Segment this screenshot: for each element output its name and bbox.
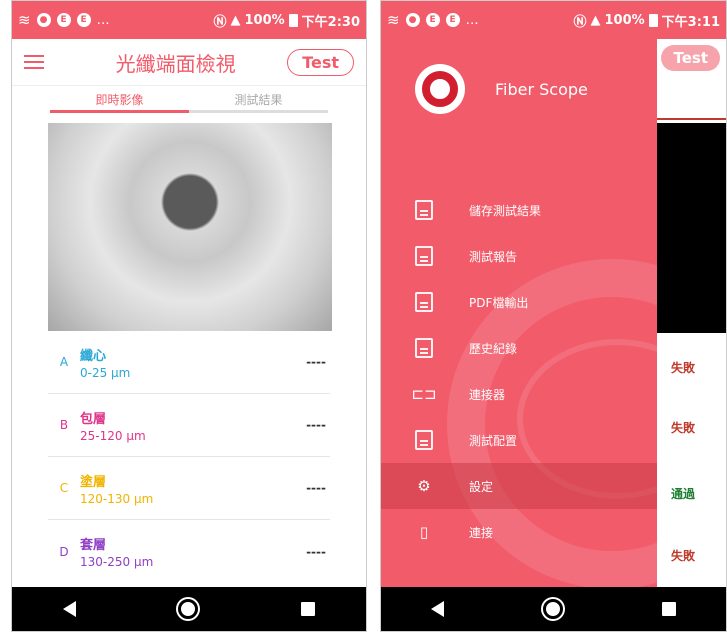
menu-item-test-report[interactable]: 測試報告	[381, 233, 657, 279]
menu-icon[interactable]	[24, 55, 44, 69]
clock: 下午3:11	[661, 14, 720, 30]
zone-result: ----	[306, 418, 326, 432]
test-config-icon	[413, 429, 435, 451]
zone-name: 纖心	[80, 348, 107, 364]
system-nav-bar	[12, 587, 366, 631]
notification-icons: ≋ ● E E …	[387, 11, 479, 29]
zone-name: 套層	[80, 538, 107, 553]
fiber-endface-image	[657, 123, 726, 333]
more-notifications-icon: …	[96, 12, 110, 28]
live-view-screen: ≋ ● E E … Ⓝ ▲ 100% 下午2:30 光纖端面檢視 Test 即時…	[11, 0, 367, 632]
status-bar: ≋ ● E E … Ⓝ ▲ 100% 下午3:11	[381, 1, 726, 39]
zone-list: A 纖心 0-25 μm ---- B 包層 25-120 μm ---- C …	[48, 331, 330, 583]
zone-row-a[interactable]: A 纖心 0-25 μm ----	[48, 331, 330, 394]
app-notification-icon: E	[56, 13, 71, 27]
recent-apps-icon[interactable]	[300, 602, 315, 616]
more-notifications-icon: …	[465, 12, 479, 28]
nfc-icon: Ⓝ	[213, 14, 227, 30]
history-icon	[413, 337, 435, 359]
tab-bar: 即時影像 測試結果	[50, 86, 328, 113]
app-notification-icon: ●	[36, 13, 51, 27]
menu-item-connector[interactable]: ⊏⊐ 連接器	[381, 371, 657, 417]
signal-icon: ▲	[590, 12, 601, 28]
home-icon[interactable]	[542, 599, 563, 619]
zone-row-b[interactable]: B 包層 25-120 μm ----	[48, 394, 330, 457]
fiber-scope-logo	[415, 64, 465, 114]
app-notification-icon: ●	[405, 13, 420, 27]
zone-letter: D	[59, 544, 69, 559]
brand-name: Fiber Scope	[495, 79, 588, 99]
menu-item-settings[interactable]: ⚙ 設定	[381, 463, 657, 509]
app-bar: 光纖端面檢視 Test	[12, 39, 366, 86]
wifi-icon: ≋	[18, 11, 31, 29]
menu-item-label: PDF檔輸出	[469, 295, 529, 310]
menu-item-label: 連接	[469, 525, 494, 540]
result-label: 失敗	[671, 361, 696, 375]
back-icon[interactable]	[430, 601, 444, 617]
result-label: 失敗	[671, 421, 696, 435]
app-notification-icon: E	[425, 13, 440, 27]
menu-item-label: 測試配置	[469, 433, 518, 448]
menu-item-label: 設定	[469, 479, 494, 494]
home-icon[interactable]	[178, 599, 199, 619]
navigation-drawer: Fiber Scope 儲存測試結果 測試報告 PDF檔輸出 歷史紀錄 ⊏⊐ 連…	[381, 39, 657, 587]
app-notification-icon: E	[445, 13, 460, 27]
page-title: 光纖端面檢視	[115, 51, 236, 76]
battery-percent: 100%	[604, 12, 645, 28]
menu-item-label: 測試報告	[469, 249, 518, 264]
tab-live-image[interactable]: 即時影像	[50, 86, 189, 113]
zone-name: 包層	[80, 411, 107, 427]
connector-icon: ⊏⊐	[411, 385, 437, 403]
recent-apps-icon[interactable]	[662, 602, 677, 616]
zone-result: ----	[306, 544, 326, 559]
result-label: 通過	[671, 487, 696, 501]
drawer-header: Fiber Scope	[381, 39, 657, 139]
menu-item-label: 歷史紀錄	[469, 341, 518, 356]
report-icon	[413, 245, 435, 267]
save-icon	[413, 199, 435, 221]
signal-icon: ▲	[230, 12, 241, 28]
zone-range: 0-25 μm	[80, 365, 131, 380]
zone-row-d[interactable]: D 套層 130-250 μm ----	[48, 520, 330, 583]
menu-item-history[interactable]: 歷史紀錄	[381, 325, 657, 371]
fiber-endface-image	[48, 123, 332, 331]
wifi-icon: ≋	[387, 11, 400, 29]
tab-indicator	[657, 118, 726, 120]
pdf-icon	[413, 291, 435, 313]
phone-icon: ▯	[419, 523, 429, 541]
zone-row-c[interactable]: C 塗層 120-130 μm ----	[48, 457, 330, 520]
nfc-icon: Ⓝ	[573, 14, 587, 30]
status-bar: ≋ ● E E … Ⓝ ▲ 100% 下午2:30	[12, 1, 366, 39]
battery-percent: 100%	[244, 12, 285, 28]
back-icon[interactable]	[63, 601, 77, 617]
zone-range: 25-120 μm	[80, 428, 146, 443]
zone-result: ----	[306, 481, 326, 495]
tab-test-results[interactable]: 測試結果	[189, 86, 328, 113]
battery-icon	[648, 13, 658, 27]
zone-letter: A	[59, 355, 69, 369]
zone-result: ----	[306, 355, 326, 369]
zone-name: 塗層	[80, 474, 107, 490]
clock: 下午2:30	[301, 14, 360, 30]
menu-item-connect[interactable]: ▯ 連接	[381, 509, 657, 555]
notification-icons: ≋ ● E E …	[18, 11, 110, 29]
menu-item-pdf-export[interactable]: PDF檔輸出	[381, 279, 657, 325]
zone-range: 130-250 μm	[80, 555, 154, 569]
zone-letter: B	[59, 418, 69, 432]
result-label: 失敗	[671, 549, 696, 563]
drawer-menu: 儲存測試結果 測試報告 PDF檔輸出 歷史紀錄 ⊏⊐ 連接器 測試配置 ⚙ 設定…	[381, 187, 657, 555]
test-button: Test	[661, 45, 720, 71]
drawer-open-screen: ≋ ● E E … Ⓝ ▲ 100% 下午3:11 Test 失敗 失敗 通過 …	[380, 0, 727, 632]
settings-gear-icon: ⚙	[417, 477, 431, 495]
menu-item-save-results[interactable]: 儲存測試結果	[381, 187, 657, 233]
app-notification-icon: E	[76, 13, 91, 27]
menu-item-label: 連接器	[469, 387, 506, 402]
menu-item-test-config[interactable]: 測試配置	[381, 417, 657, 463]
menu-item-label: 儲存測試結果	[469, 203, 542, 218]
test-button[interactable]: Test	[287, 48, 354, 76]
system-nav-bar	[381, 587, 726, 631]
zone-range: 120-130 μm	[80, 491, 154, 506]
battery-icon	[288, 13, 298, 27]
zone-letter: C	[59, 481, 69, 495]
